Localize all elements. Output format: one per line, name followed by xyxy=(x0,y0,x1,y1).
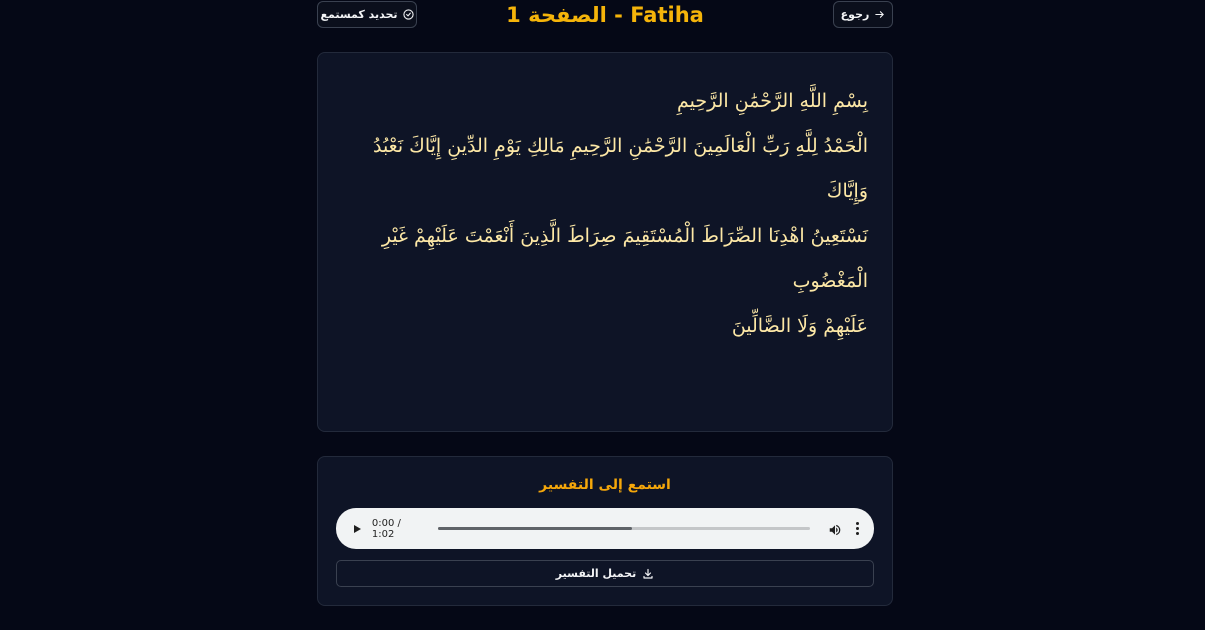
download-tafsir-button[interactable]: تحميل التفسير xyxy=(336,560,874,587)
back-label: رجوع xyxy=(840,8,870,21)
more-dot-icon xyxy=(855,522,859,526)
audio-seek-progress xyxy=(438,527,632,530)
more-options-button[interactable] xyxy=(854,522,860,536)
play-icon xyxy=(353,524,361,533)
page-container: تحديد كمستمع الصفحة 1 - Fatiha رجوع بِسْ… xyxy=(317,0,893,606)
header: تحديد كمستمع الصفحة 1 - Fatiha رجوع xyxy=(317,0,893,30)
quran-text-card: بِسْمِ اللَّهِ الرَّحْمَٰنِ الرَّحِيمِ ا… xyxy=(317,52,893,432)
time-display: 0:00 / 1:02 xyxy=(371,517,401,540)
download-icon xyxy=(643,568,653,579)
download-tafsir-label: تحميل التفسير xyxy=(555,567,637,580)
play-button[interactable] xyxy=(350,522,364,536)
arrow-right-icon xyxy=(875,11,885,18)
ayah-line: بِسْمِ اللَّهِ الرَّحْمَٰنِ الرَّحِيمِ xyxy=(677,90,868,112)
ayah-line: نَسْتَعِينُ اهْدِنَا الصِّرَاطَ الْمُسْت… xyxy=(381,225,868,292)
more-dot-icon xyxy=(855,531,859,535)
back-button[interactable]: رجوع xyxy=(833,1,893,28)
audio-seek-bar[interactable] xyxy=(438,527,811,530)
more-dot-icon xyxy=(855,526,859,530)
volume-icon xyxy=(829,524,841,535)
ayah-line: الْحَمْدُ لِلَّهِ رَبِّ الْعَالَمِينَ ال… xyxy=(372,135,868,202)
page-title: الصفحة 1 - Fatiha xyxy=(506,3,704,27)
tafsir-title: استمع إلى التفسير xyxy=(539,477,671,493)
volume-button[interactable] xyxy=(828,522,842,536)
ayah-line: عَلَيْهِمْ وَلَا الضَّالِّينَ xyxy=(731,315,868,337)
audio-player: 0:00 / 1:02 xyxy=(336,508,874,549)
tafsir-card: استمع إلى التفسير 0:00 / 1:02 تحميل التف… xyxy=(317,456,893,606)
